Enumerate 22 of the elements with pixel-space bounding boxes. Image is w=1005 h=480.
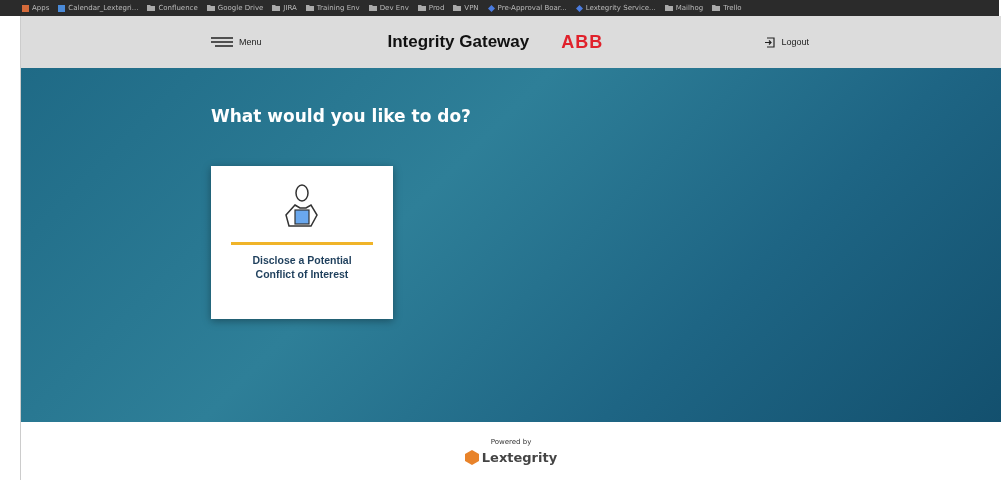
diamond-icon bbox=[487, 4, 495, 12]
menu-icon bbox=[211, 37, 233, 47]
folder-icon bbox=[368, 5, 377, 11]
folder-icon bbox=[664, 5, 673, 11]
hexagon-logo-icon bbox=[464, 449, 479, 465]
logout-icon bbox=[764, 36, 776, 48]
folder-icon bbox=[305, 5, 314, 11]
company-logo: ABB bbox=[561, 31, 604, 53]
action-card[interactable]: Disclose a Potential Conflict of Interest bbox=[211, 166, 393, 319]
hero-heading: What would you like to do? bbox=[211, 106, 472, 126]
folder-icon bbox=[272, 5, 281, 11]
folder-icon bbox=[206, 5, 215, 11]
folder-icon bbox=[712, 5, 721, 11]
folder-icon bbox=[147, 5, 156, 11]
diamond-icon bbox=[575, 4, 583, 12]
person-with-tablet-icon bbox=[285, 184, 319, 228]
menu-button[interactable]: Menu bbox=[209, 35, 264, 49]
folder-icon bbox=[453, 5, 462, 11]
app-title: Integrity Gateway bbox=[387, 32, 530, 52]
brand-name: Lextegrity bbox=[481, 449, 558, 465]
folder-icon bbox=[417, 5, 426, 11]
logout-button[interactable]: Logout bbox=[762, 34, 811, 50]
